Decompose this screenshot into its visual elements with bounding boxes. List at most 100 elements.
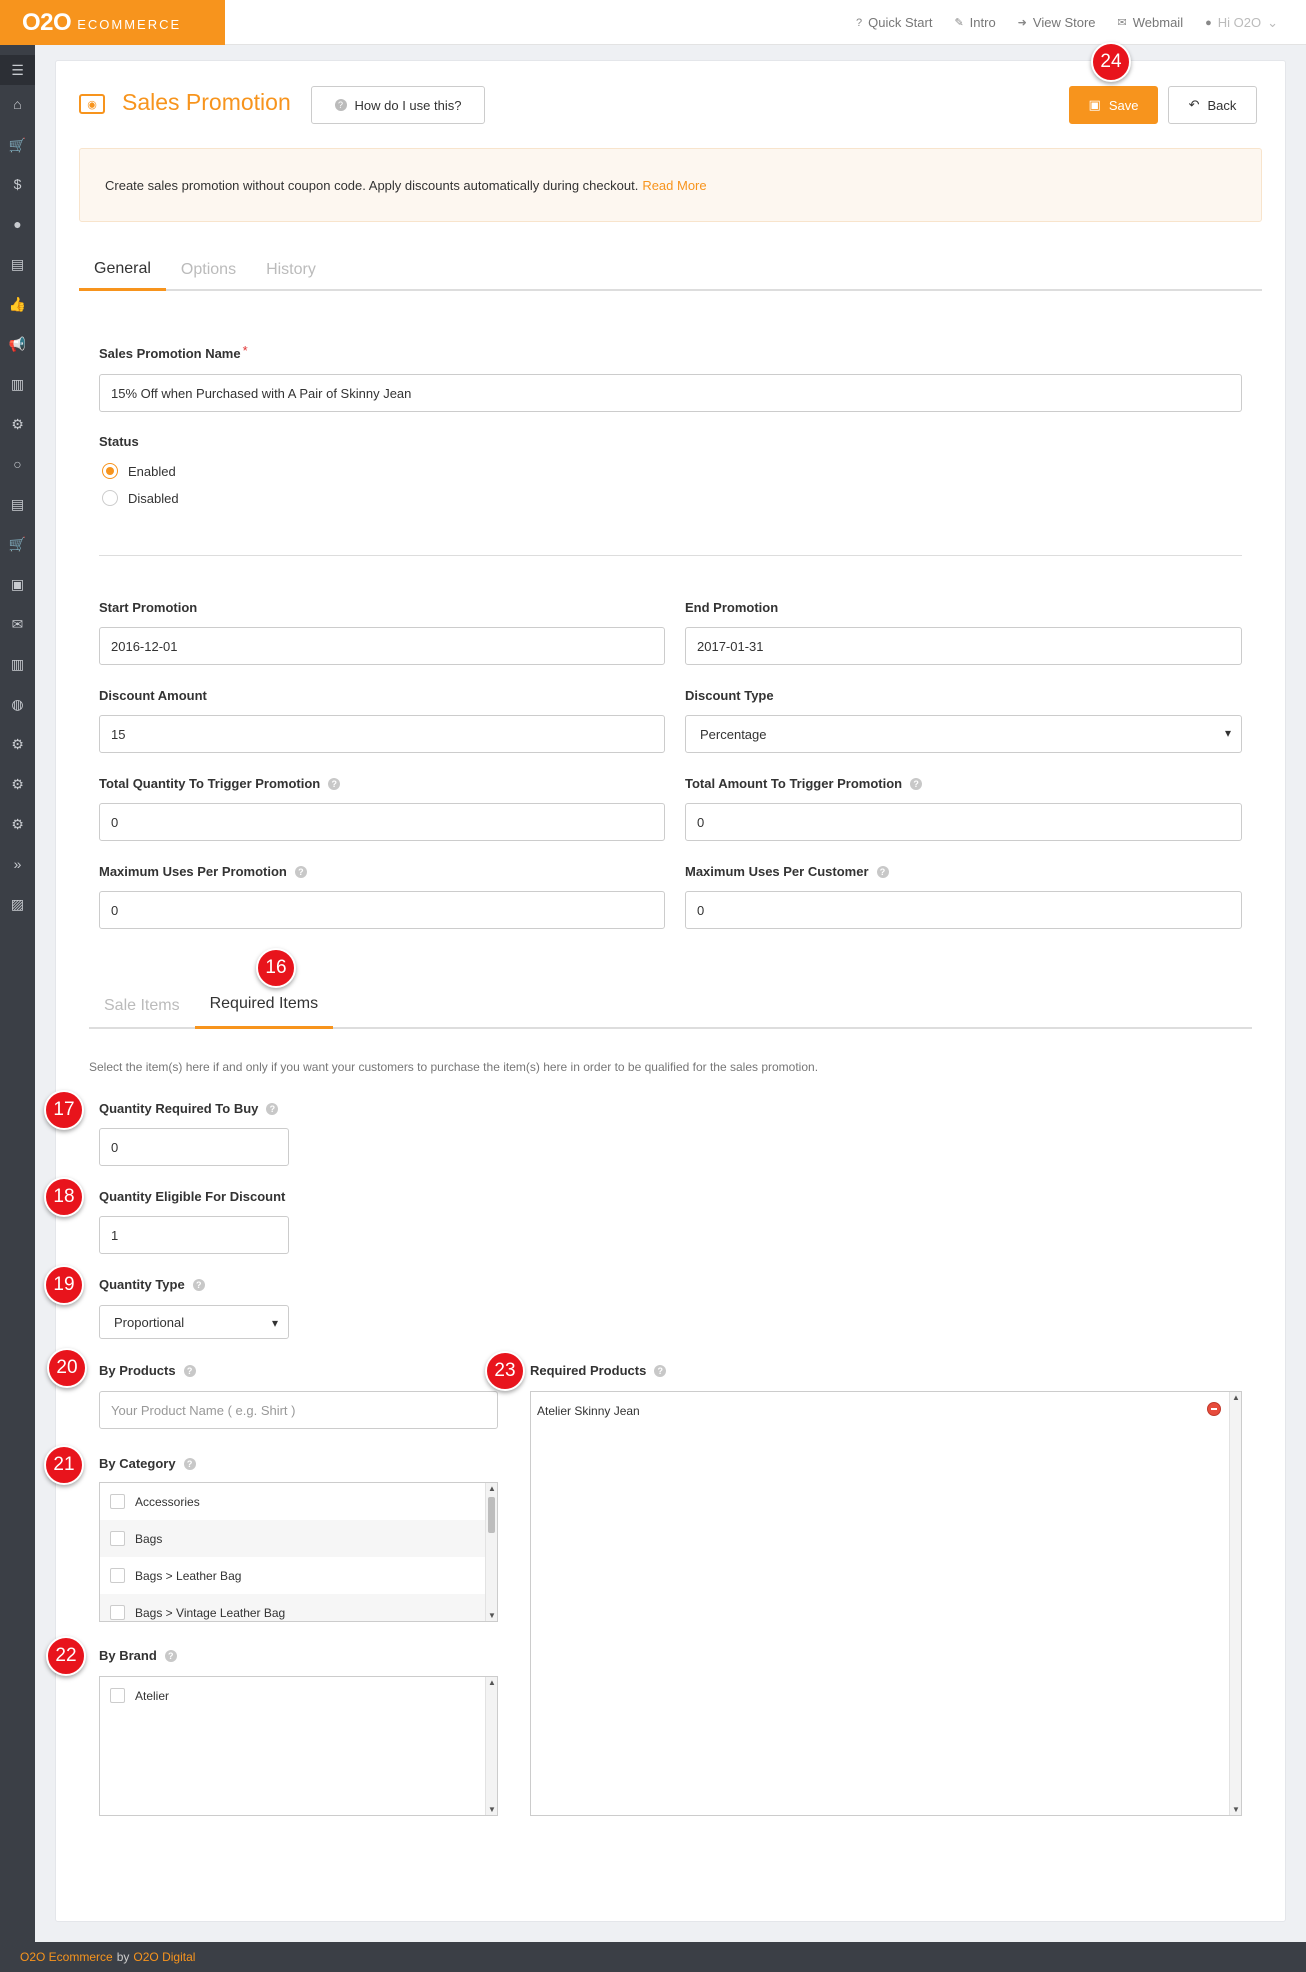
help-icon[interactable]: ? xyxy=(192,1278,205,1291)
comment-icon[interactable]: ○ xyxy=(0,449,35,479)
help-icon[interactable]: ? xyxy=(876,865,889,878)
category-label: Bags xyxy=(135,1531,163,1546)
gear-icon[interactable]: ⚙ xyxy=(0,729,35,759)
discount-type-select[interactable]: Percentage xyxy=(685,715,1242,753)
max-customer-input[interactable]: 0 xyxy=(685,891,1242,929)
quantity-required-input[interactable]: 0 xyxy=(99,1128,289,1166)
help-icon[interactable]: ? xyxy=(164,1649,177,1662)
status-enabled-option[interactable]: Enabled xyxy=(102,463,176,479)
read-more-link[interactable]: Read More xyxy=(642,178,706,193)
required-product-item: Atelier Skinny Jean xyxy=(537,1404,640,1418)
quantity-required-label-text: Quantity Required To Buy xyxy=(99,1101,259,1116)
bullhorn-icon[interactable]: 📢 xyxy=(0,329,35,359)
scroll-down-icon[interactable]: ▼ xyxy=(1232,1805,1240,1814)
checkbox[interactable] xyxy=(110,1568,125,1583)
help-icon[interactable]: ? xyxy=(266,1102,279,1115)
logo-mark: O2O xyxy=(22,8,72,36)
start-promotion-input[interactable]: 2016-12-01 xyxy=(99,627,665,665)
gear-icon[interactable]: ⚙ xyxy=(0,769,35,799)
money-icon[interactable]: ▣ xyxy=(0,569,35,599)
cogs-icon[interactable]: ⚙ xyxy=(0,409,35,439)
brand-list[interactable]: Atelier ▲ ▼ xyxy=(99,1676,498,1816)
tab-options[interactable]: Options xyxy=(166,249,251,291)
by-products-input[interactable]: Your Product Name ( e.g. Shirt ) xyxy=(99,1391,498,1429)
help-icon[interactable]: ? xyxy=(183,1457,196,1470)
max-uses-input[interactable]: 0 xyxy=(99,891,665,929)
nav-view-store[interactable]: ➜ View Store xyxy=(1018,15,1096,30)
scroll-up-icon[interactable]: ▲ xyxy=(1232,1393,1240,1402)
tab-general[interactable]: General xyxy=(79,249,166,291)
user-icon[interactable]: ● xyxy=(0,209,35,239)
quantity-type-select[interactable]: Proportional xyxy=(99,1305,289,1339)
tab-required-items[interactable]: Required Items xyxy=(194,982,334,1029)
cogs-icon[interactable]: ⚙ xyxy=(0,809,35,839)
scroll-thumb[interactable] xyxy=(488,1497,495,1533)
bar-chart-icon[interactable]: ▥ xyxy=(0,649,35,679)
brand-logo[interactable]: O2O ECOMMERCE xyxy=(0,0,225,45)
scroll-down-icon[interactable]: ▼ xyxy=(488,1805,496,1814)
help-icon[interactable]: ? xyxy=(294,865,307,878)
checkbox[interactable] xyxy=(110,1494,125,1509)
nav-webmail[interactable]: ✉ Webmail xyxy=(1118,15,1184,30)
fast-forward-icon[interactable]: » xyxy=(0,849,35,879)
thumbs-up-icon[interactable]: 👍 xyxy=(0,289,35,319)
category-list[interactable]: Accessories Bags Bags > Leather Bag Bags… xyxy=(99,1482,498,1622)
footer-brand-link[interactable]: O2O Ecommerce xyxy=(20,1950,113,1964)
list-item[interactable]: Atelier xyxy=(100,1677,497,1714)
bar-chart-icon[interactable]: ▥ xyxy=(0,369,35,399)
checkbox[interactable] xyxy=(110,1531,125,1546)
scroll-up-icon[interactable]: ▲ xyxy=(488,1484,496,1493)
scroll-up-icon[interactable]: ▲ xyxy=(488,1678,496,1687)
end-promotion-input[interactable]: 2017-01-31 xyxy=(685,627,1242,665)
book-icon[interactable]: ▤ xyxy=(0,249,35,279)
list-item[interactable]: Bags > Vintage Leather Bag xyxy=(100,1594,497,1621)
remove-icon[interactable] xyxy=(1207,1402,1221,1416)
list-item[interactable]: Accessories xyxy=(100,1483,497,1520)
status-enabled-radio[interactable] xyxy=(102,463,118,479)
category-label: Bags > Vintage Leather Bag xyxy=(135,1605,286,1620)
quantity-eligible-input[interactable]: 1 xyxy=(99,1216,289,1254)
home-icon[interactable]: ⌂ xyxy=(0,89,35,119)
help-icon[interactable]: ? xyxy=(183,1364,196,1377)
checkbox[interactable] xyxy=(110,1688,125,1703)
cart-icon[interactable]: 🛒 xyxy=(0,130,35,160)
list-item[interactable]: Bags xyxy=(100,1520,497,1557)
nav-quick-start[interactable]: ? Quick Start xyxy=(856,15,932,30)
back-button[interactable]: ↶ Back xyxy=(1168,86,1257,124)
scrollbar[interactable]: ▲ ▼ xyxy=(485,1677,497,1815)
user-menu[interactable]: ● Hi O2O ⌄ xyxy=(1205,15,1278,31)
step-badge-17: 17 xyxy=(44,1090,84,1130)
total-amount-input[interactable]: 0 xyxy=(685,803,1242,841)
book-icon[interactable]: ▤ xyxy=(0,489,35,519)
tab-history[interactable]: History xyxy=(251,249,331,291)
tab-sale-items[interactable]: Sale Items xyxy=(89,982,195,1029)
footer-company-link[interactable]: O2O Digital xyxy=(133,1950,195,1964)
dollar-icon[interactable]: $ xyxy=(0,169,35,199)
status-disabled-radio[interactable] xyxy=(102,490,118,506)
scrollbar[interactable]: ▲ ▼ xyxy=(485,1483,497,1621)
help-icon[interactable]: ? xyxy=(328,777,341,790)
total-quantity-input[interactable]: 0 xyxy=(99,803,665,841)
checkbox[interactable] xyxy=(110,1605,125,1620)
status-disabled-option[interactable]: Disabled xyxy=(102,490,179,506)
nav-intro[interactable]: ✎ Intro xyxy=(954,15,995,30)
discount-amount-input[interactable]: 15 xyxy=(99,715,665,753)
help-icon[interactable]: ? xyxy=(654,1364,667,1377)
save-button[interactable]: ▣ Save xyxy=(1069,86,1158,124)
item-tabs: Sale Items Required Items xyxy=(89,982,1252,1029)
image-icon[interactable]: ▨ xyxy=(0,889,35,919)
chevron-down-icon: ⌄ xyxy=(1267,14,1278,30)
step-badge-23: 23 xyxy=(485,1351,525,1391)
scroll-down-icon[interactable]: ▼ xyxy=(488,1611,496,1620)
list-item[interactable]: Bags > Leather Bag xyxy=(100,1557,497,1594)
cart-icon[interactable]: 🛒 xyxy=(0,529,35,559)
menu-toggle-icon[interactable]: ☰ xyxy=(0,55,35,85)
envelope-icon[interactable]: ✉ xyxy=(0,609,35,639)
globe-icon[interactable]: ◍ xyxy=(0,689,35,719)
help-button[interactable]: ? How do I use this? xyxy=(311,86,485,124)
required-products-list[interactable]: Atelier Skinny Jean ▲ ▼ xyxy=(530,1391,1242,1816)
scrollbar[interactable]: ▲ ▼ xyxy=(1229,1392,1241,1815)
nav-label: Quick Start xyxy=(868,15,933,30)
help-icon[interactable]: ? xyxy=(910,777,923,790)
promotion-name-input[interactable]: 15% Off when Purchased with A Pair of Sk… xyxy=(99,374,1242,412)
